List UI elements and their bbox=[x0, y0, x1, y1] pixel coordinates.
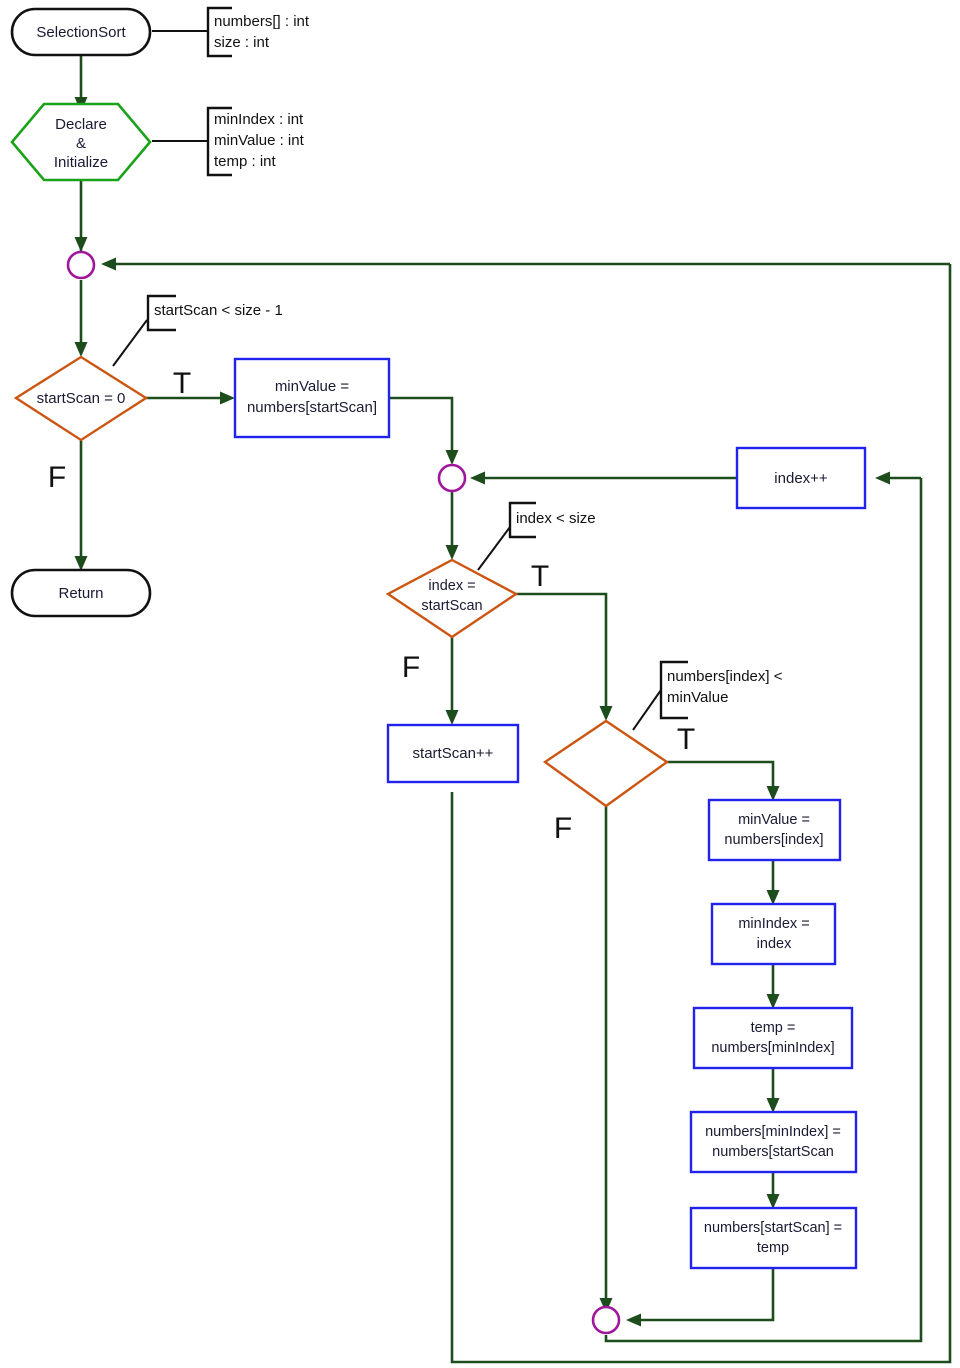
flowchart-canvas: numbers[] : int size : int minIndex : in… bbox=[0, 0, 960, 1368]
swap-min-line1: numbers[minIndex] = bbox=[705, 1124, 841, 1140]
declare-label-line3: Initialize bbox=[54, 154, 108, 171]
node-decision-start-scan[interactable]: startScan = 0 bbox=[13, 355, 149, 442]
decision-index-line1: index = bbox=[428, 578, 475, 594]
decision-index-line2: startScan bbox=[421, 598, 482, 614]
comment-locals-line2: minValue : int bbox=[214, 132, 305, 149]
edge-swapstart-to-merge-bottom bbox=[635, 1267, 775, 1322]
min-value-index-shape bbox=[707, 798, 842, 862]
arrowhead-decision-index bbox=[445, 545, 459, 560]
comment-loop-outer-line1: startScan < size - 1 bbox=[154, 302, 283, 319]
swap-min-line2: numbers[startScan bbox=[712, 1144, 834, 1160]
node-decision-compare[interactable] bbox=[542, 719, 670, 808]
return-label: Return bbox=[58, 585, 103, 602]
branch-label-inner-false: F bbox=[402, 651, 420, 684]
node-return[interactable]: Return bbox=[10, 568, 152, 618]
arrowhead-swapmin bbox=[766, 1098, 780, 1113]
temp-assign-shape bbox=[692, 1006, 854, 1070]
min-index-assign-shape bbox=[710, 902, 837, 966]
node-start-scan-inc[interactable]: startScan++ bbox=[386, 723, 520, 784]
merge-inner-shape bbox=[437, 463, 467, 493]
node-decision-index[interactable]: index = startScan bbox=[385, 558, 519, 639]
node-temp-assign[interactable]: temp = numbers[minIndex] bbox=[692, 1006, 854, 1070]
temp-assign-line2: numbers[minIndex] bbox=[711, 1040, 834, 1056]
merge-bottom-shape bbox=[591, 1305, 621, 1335]
comment-compare-line2: minValue bbox=[667, 689, 728, 706]
declare-label-line2: & bbox=[76, 135, 86, 152]
arrowhead-merge-outer bbox=[74, 237, 88, 252]
min-index-assign-line1: minIndex = bbox=[738, 916, 809, 932]
comment-leader-loop-inner bbox=[477, 526, 511, 571]
branch-label-outer-false: F bbox=[48, 461, 66, 494]
edge-minvalue-to-merge-inner bbox=[389, 396, 454, 456]
arrowhead-decision-outer bbox=[74, 342, 88, 357]
arrowhead-minindex bbox=[766, 890, 780, 905]
edge-compare-true bbox=[667, 760, 775, 792]
node-declare[interactable]: Declare & Initialize bbox=[10, 102, 152, 182]
swap-min-shape bbox=[689, 1110, 858, 1174]
node-merge-bottom bbox=[591, 1305, 621, 1335]
edge-inner-true bbox=[516, 592, 608, 712]
comment-loop-inner-line1: index < size bbox=[516, 510, 596, 527]
node-swap-start[interactable]: numbers[startScan] = temp bbox=[689, 1206, 858, 1270]
start-label: SelectionSort bbox=[36, 24, 126, 41]
branch-label-compare-false: F bbox=[554, 812, 572, 845]
comment-params-line1: numbers[] : int bbox=[214, 13, 310, 30]
comment-leader-loop-outer bbox=[112, 319, 148, 367]
min-value-start-line1: minValue = bbox=[275, 378, 350, 395]
node-start[interactable]: SelectionSort bbox=[10, 7, 152, 57]
node-min-value-index[interactable]: minValue = numbers[index] bbox=[707, 798, 842, 862]
swap-start-shape bbox=[689, 1206, 858, 1270]
comment-leader-compare bbox=[632, 689, 662, 731]
min-index-assign-line2: index bbox=[757, 936, 792, 952]
node-min-value-start[interactable]: minValue = numbers[startScan] bbox=[233, 357, 391, 439]
branch-label-compare-true: T bbox=[677, 723, 695, 756]
branch-label-inner-true: T bbox=[531, 560, 549, 593]
arrowhead-startscan-inc bbox=[445, 710, 459, 725]
arrowhead-merge-outer-left bbox=[101, 257, 116, 271]
decision-compare-shape bbox=[542, 719, 670, 808]
merge-outer-shape bbox=[66, 250, 96, 280]
arrowhead-minvalue-index bbox=[766, 786, 780, 801]
arrowhead-temp bbox=[766, 994, 780, 1009]
node-min-index-assign[interactable]: minIndex = index bbox=[710, 902, 837, 966]
node-merge-outer bbox=[66, 250, 96, 280]
comment-compare-line1: numbers[index] < bbox=[667, 668, 783, 685]
temp-assign-line1: temp = bbox=[751, 1020, 796, 1036]
arrowhead-swapstart bbox=[766, 1194, 780, 1209]
flowchart-svg: numbers[] : int size : int minIndex : in… bbox=[10, 6, 952, 1364]
min-value-start-line2: numbers[startScan] bbox=[247, 399, 377, 416]
declare-label-line1: Declare bbox=[55, 116, 107, 133]
node-index-inc[interactable]: index++ bbox=[735, 446, 867, 510]
arrowhead-merge-inner-left bbox=[470, 471, 485, 485]
comment-locals-line3: temp : int bbox=[214, 153, 277, 170]
start-scan-inc-label: startScan++ bbox=[413, 745, 494, 762]
node-swap-min[interactable]: numbers[minIndex] = numbers[startScan bbox=[689, 1110, 858, 1174]
edge-startscan-inc-to-merge-outer bbox=[450, 264, 952, 1364]
swap-start-line2: temp bbox=[757, 1240, 789, 1256]
comment-locals-line1: minIndex : int bbox=[214, 111, 304, 128]
arrowhead-decision-compare bbox=[599, 706, 613, 721]
arrowhead-minvalue-start bbox=[220, 391, 235, 405]
min-value-index-line1: minValue = bbox=[738, 812, 810, 828]
arrowhead-merge-bottom-right bbox=[626, 1313, 641, 1327]
decision-start-scan-label: startScan = 0 bbox=[37, 390, 126, 407]
index-inc-label: index++ bbox=[774, 470, 828, 487]
arrowhead-merge-inner bbox=[445, 450, 459, 465]
min-value-index-line2: numbers[index] bbox=[724, 832, 823, 848]
comment-params-line2: size : int bbox=[214, 34, 270, 51]
swap-start-line1: numbers[startScan] = bbox=[704, 1220, 842, 1236]
node-merge-inner bbox=[437, 463, 467, 493]
branch-label-outer-true: T bbox=[173, 367, 191, 400]
